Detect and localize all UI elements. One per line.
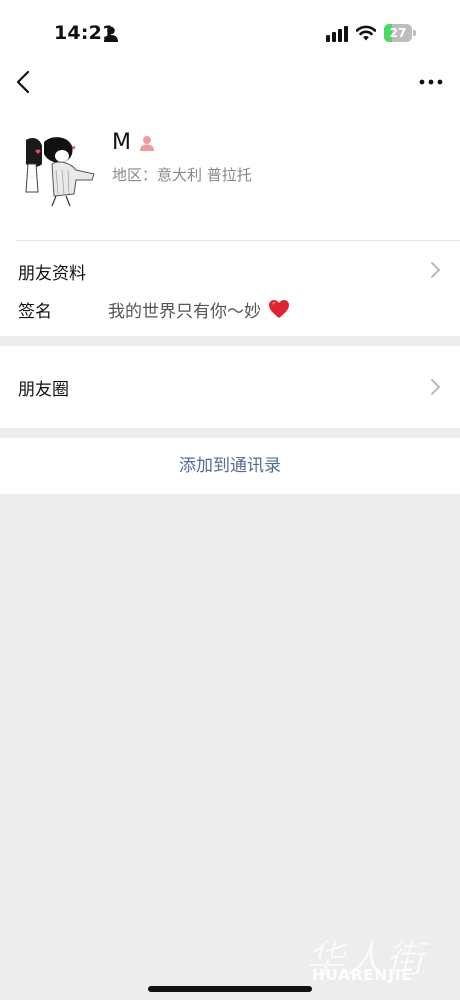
profile-region: 地区：意大利 普拉托 [112, 166, 252, 184]
moments-row[interactable]: 朋友圈 [0, 346, 460, 428]
avatar[interactable] [22, 134, 96, 208]
watermark-text: HUARENJIE [312, 966, 413, 984]
person-icon [104, 26, 118, 42]
profile-info-row[interactable]: 朋友资料 [0, 246, 460, 294]
chevron-right-icon [431, 379, 440, 395]
heart-icon [269, 300, 289, 318]
signal-icon [326, 26, 348, 42]
battery-icon: 27 [384, 24, 416, 42]
status-bar: 14:21 27 [0, 0, 460, 64]
wifi-icon [356, 25, 376, 41]
chevron-right-icon [431, 262, 440, 278]
profile-info-label: 朋友资料 [18, 264, 86, 284]
moments-label: 朋友圈 [18, 380, 69, 400]
section-gap [0, 336, 460, 346]
divider [16, 240, 460, 241]
signature-value: 我的世界只有你～妙 [108, 302, 261, 322]
battery-level: 27 [389, 26, 407, 40]
home-indicator[interactable] [148, 986, 312, 992]
add-to-contacts-button[interactable]: 添加到通讯录 [0, 438, 460, 494]
more-options-button[interactable] [414, 68, 448, 96]
signature-label: 签名 [18, 302, 52, 322]
back-button[interactable] [10, 66, 40, 98]
female-user-icon [140, 136, 154, 151]
profile-name: M [112, 130, 131, 155]
